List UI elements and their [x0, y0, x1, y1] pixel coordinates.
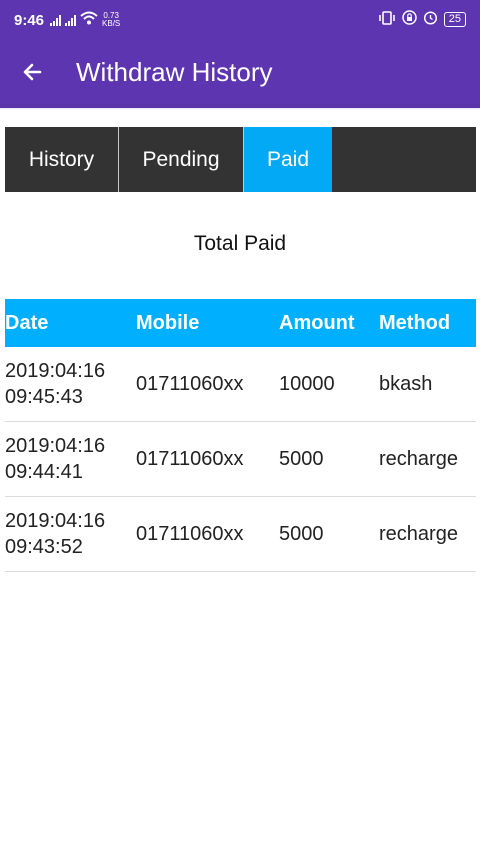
- battery-icon: 25: [443, 11, 466, 27]
- vibrate-icon: [378, 10, 396, 28]
- cell-date-time: 09:45:43: [5, 386, 83, 408]
- status-time: 9:46: [14, 11, 45, 29]
- tab-history[interactable]: History: [5, 127, 119, 192]
- alarm-icon: [423, 10, 438, 28]
- header-mobile: Mobile: [136, 311, 200, 334]
- header-date: Date: [5, 311, 49, 334]
- lock-icon: [402, 10, 417, 28]
- tab-history-label: History: [28, 147, 95, 171]
- tab-bar: History Pending Paid: [5, 127, 476, 192]
- cell-date-time: 09:43:52: [5, 536, 83, 558]
- paid-table: Date Mobile Amount Method 2019:04:16 09:…: [5, 299, 476, 572]
- cell-date: 2019:04:16 09:44:41: [5, 433, 136, 485]
- cell-method: recharge: [379, 522, 458, 545]
- cell-mobile: 01711060xx: [136, 372, 244, 395]
- cell-method: bkash: [379, 372, 433, 395]
- page-title: Withdraw History: [76, 56, 273, 87]
- net-speed: 0.73 KB/S: [102, 12, 120, 28]
- header-method: Method: [379, 311, 451, 334]
- table-row: 2019:04:16 09:44:41 01711060xx 5000 rech…: [5, 422, 476, 497]
- cell-amount: 5000: [279, 447, 324, 470]
- tab-pending-label: Pending: [142, 147, 220, 171]
- cell-amount: 10000: [279, 372, 335, 395]
- signal-icon: [50, 14, 62, 26]
- cell-amount: 5000: [279, 522, 324, 545]
- table-header: Date Mobile Amount Method: [5, 299, 476, 347]
- cell-method: recharge: [379, 447, 458, 470]
- tab-paid-label: Paid: [266, 147, 310, 171]
- app-bar: 9:46 0.73 KB/S 25 Withdraw History: [0, 0, 480, 108]
- cell-mobile: 01711060xx: [136, 522, 244, 545]
- cell-date-day: 2019:04:16: [5, 510, 106, 532]
- table-row: 2019:04:16 09:45:43 01711060xx 10000 bka…: [5, 347, 476, 422]
- signal-icon-2: [65, 14, 77, 26]
- status-bar: 9:46 0.73 KB/S 25: [0, 0, 480, 40]
- appbar-shadow: [0, 104, 480, 110]
- section-title: Total Paid: [193, 232, 287, 255]
- tab-pending[interactable]: Pending: [119, 127, 244, 192]
- back-arrow-icon[interactable]: [0, 40, 64, 104]
- cell-date-time: 09:44:41: [5, 461, 83, 483]
- cell-mobile: 01711060xx: [136, 447, 244, 470]
- cell-date-day: 2019:04:16: [5, 435, 106, 457]
- status-icons: 25: [378, 10, 466, 28]
- cell-date-day: 2019:04:16: [5, 360, 106, 382]
- wifi-icon: [80, 11, 98, 29]
- cell-date: 2019:04:16 09:45:43: [5, 358, 136, 410]
- net-speed-unit: KB/S: [102, 19, 121, 28]
- cell-date: 2019:04:16 09:43:52: [5, 508, 136, 560]
- table-row: 2019:04:16 09:43:52 01711060xx 5000 rech…: [5, 497, 476, 572]
- header-amount: Amount: [279, 311, 355, 334]
- toolbar: Withdraw History: [0, 40, 480, 104]
- tab-paid[interactable]: Paid: [244, 127, 332, 192]
